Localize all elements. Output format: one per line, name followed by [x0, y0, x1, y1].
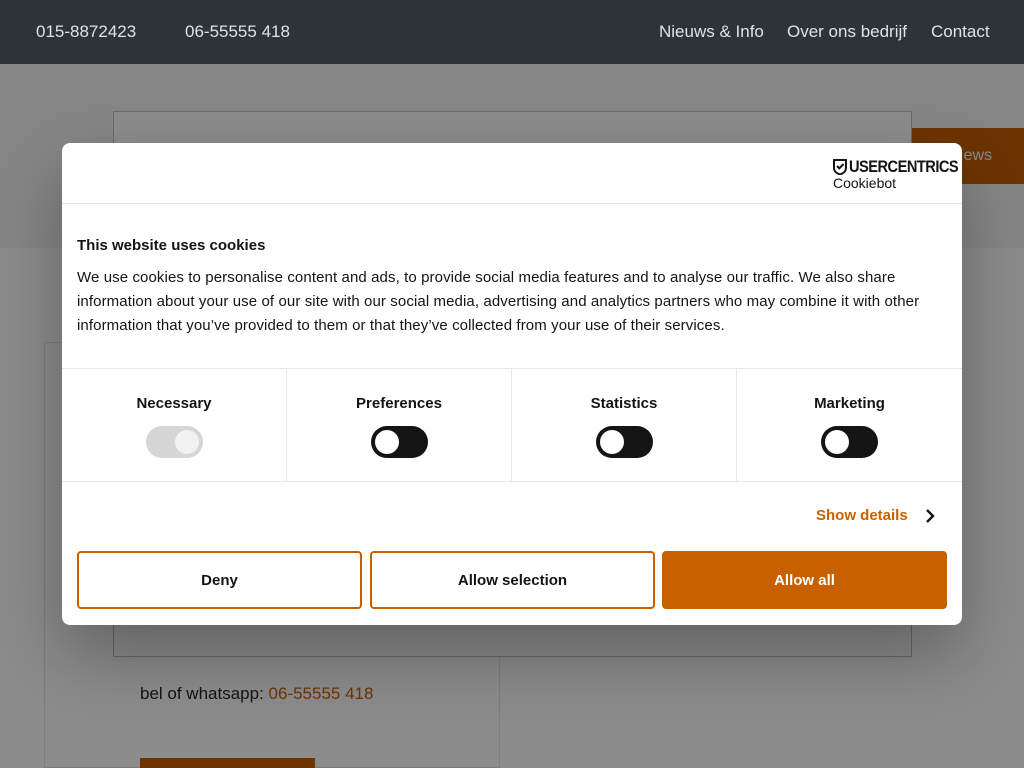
- top-bar: 015-8872423 06-55555 418 Nieuws & Info O…: [0, 0, 1024, 64]
- nav-news-info[interactable]: Nieuws & Info: [659, 22, 764, 42]
- toggle-knob: [825, 430, 849, 454]
- deny-button[interactable]: Deny: [77, 551, 362, 609]
- statistics-toggle[interactable]: [596, 426, 653, 458]
- marketing-toggle[interactable]: [821, 426, 878, 458]
- dialog-header: USERCENTRICS Cookiebot: [62, 143, 962, 204]
- chevron-right-icon[interactable]: [924, 507, 936, 525]
- phone-number-link[interactable]: 015-8872423: [36, 22, 136, 42]
- category-statistics: Statistics: [512, 369, 737, 481]
- cookie-consent-dialog: USERCENTRICS Cookiebot This website uses…: [62, 143, 962, 625]
- dialog-description: We use cookies to personalise content an…: [77, 269, 920, 334]
- usercentrics-cookiebot-logo[interactable]: USERCENTRICS Cookiebot: [833, 157, 959, 191]
- logo-sub-text: Cookiebot: [833, 175, 897, 191]
- necessary-toggle: [146, 426, 203, 458]
- nav-contact[interactable]: Contact: [931, 22, 990, 42]
- toggle-knob: [175, 430, 199, 454]
- allow-selection-button[interactable]: Allow selection: [370, 551, 655, 609]
- dialog-title: This website uses cookies: [77, 237, 266, 254]
- shield-icon: [833, 159, 847, 175]
- toggle-knob: [600, 430, 624, 454]
- category-necessary: Necessary: [62, 369, 287, 481]
- nav-about-company[interactable]: Over ons bedrijf: [787, 22, 907, 42]
- show-details-link[interactable]: Show details: [816, 507, 908, 524]
- allow-all-button[interactable]: Allow all: [662, 551, 947, 609]
- mobile-number-link[interactable]: 06-55555 418: [185, 22, 290, 42]
- category-label: Statistics: [590, 395, 658, 412]
- preferences-toggle[interactable]: [371, 426, 428, 458]
- category-marketing: Marketing: [737, 369, 962, 481]
- category-label: Preferences: [356, 395, 442, 412]
- category-label: Necessary: [136, 395, 212, 412]
- category-preferences: Preferences: [287, 369, 512, 481]
- logo-brand-text: USERCENTRICS: [849, 157, 959, 176]
- toggle-knob: [375, 430, 399, 454]
- cookie-category-toggles: Necessary Preferences Statistics Marketi…: [62, 368, 962, 482]
- category-label: Marketing: [814, 395, 885, 412]
